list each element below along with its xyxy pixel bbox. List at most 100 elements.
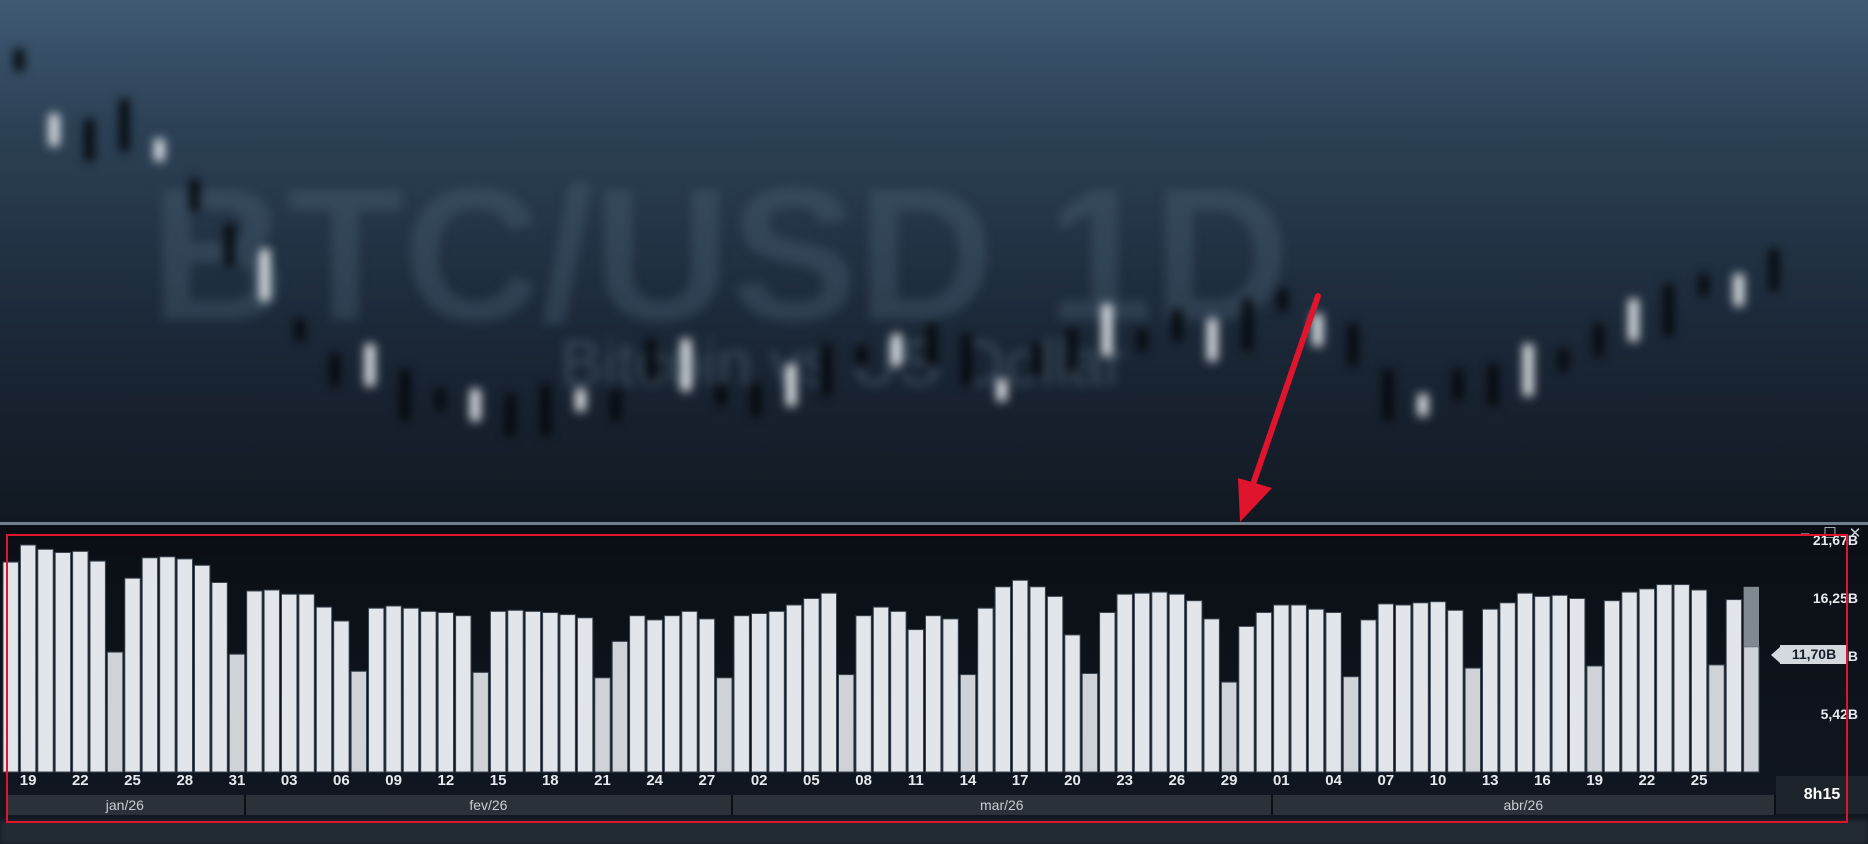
volume-bar[interactable]: [838, 674, 855, 773]
volume-bar[interactable]: [803, 598, 820, 773]
volume-bar[interactable]: [1342, 676, 1360, 773]
volume-bar[interactable]: [1656, 584, 1673, 773]
volume-bar[interactable]: [420, 610, 437, 773]
volume-bar[interactable]: [489, 610, 507, 773]
volume-bar[interactable]: [1064, 634, 1081, 773]
volume-bar[interactable]: [246, 590, 263, 773]
volume-bar[interactable]: [1307, 608, 1325, 773]
volume-bar[interactable]: [2, 561, 19, 773]
volume-bar[interactable]: [890, 610, 907, 773]
volume-bar[interactable]: [1690, 589, 1708, 773]
volume-bar[interactable]: [106, 651, 124, 773]
volume-bar[interactable]: [1429, 601, 1447, 773]
volume-bar[interactable]: [1273, 604, 1290, 773]
volume-bar[interactable]: [820, 592, 837, 773]
volume-bar[interactable]: [1203, 618, 1220, 773]
volume-bar[interactable]: [72, 550, 89, 773]
volume-bar[interactable]: [437, 612, 455, 773]
volume-bar[interactable]: [1708, 664, 1725, 773]
volume-bar[interactable]: [1099, 612, 1116, 773]
volume-bar[interactable]: [785, 604, 803, 773]
volume-bar[interactable]: [542, 612, 559, 773]
volume-bar[interactable]: [1621, 591, 1638, 773]
volume-bar[interactable]: [455, 615, 472, 773]
volume-bar[interactable]: [977, 607, 994, 773]
volume-bar[interactable]: [1360, 619, 1377, 773]
volume-bar[interactable]: [385, 605, 402, 773]
volume-bar[interactable]: [333, 620, 350, 773]
volume-bar[interactable]: [1464, 667, 1481, 773]
volume-bar[interactable]: [646, 619, 663, 773]
volume-bar[interactable]: [611, 640, 629, 773]
volume-bar[interactable]: [1377, 603, 1394, 773]
volume-bar[interactable]: [54, 552, 72, 773]
volume-bar[interactable]: [368, 607, 385, 773]
volume-bar[interactable]: [1290, 604, 1307, 773]
volume-bar[interactable]: [402, 607, 420, 773]
volume-bar[interactable]: [1012, 579, 1029, 773]
volume-bar[interactable]: [1673, 584, 1690, 773]
volume-bar[interactable]: [959, 674, 977, 773]
volume-bar[interactable]: [19, 544, 37, 773]
volume-bar[interactable]: [472, 671, 489, 773]
volume-bar[interactable]: [1238, 625, 1255, 773]
volume-bar[interactable]: [576, 617, 594, 773]
volume-bar[interactable]: [524, 610, 542, 773]
volume-bar[interactable]: [1725, 599, 1743, 773]
volume-bar[interactable]: [733, 615, 750, 773]
volume-bar[interactable]: [1220, 681, 1238, 773]
volume-bar[interactable]: [1133, 592, 1151, 773]
volume-bar[interactable]: [194, 564, 211, 773]
volume-bar[interactable]: [1534, 595, 1551, 773]
volume-bar[interactable]: [942, 618, 959, 773]
volume-bar[interactable]: [1516, 592, 1534, 773]
volume-bar[interactable]: [141, 557, 159, 773]
volume-bar[interactable]: [1499, 602, 1516, 773]
volume-bar[interactable]: [1551, 594, 1568, 773]
volume-bar[interactable]: [594, 677, 611, 773]
volume-bar[interactable]: [1116, 593, 1133, 773]
volume-bar[interactable]: [1029, 586, 1046, 773]
volume-bar[interactable]: [1168, 593, 1186, 773]
volume-bar[interactable]: [768, 610, 785, 773]
volume-bar[interactable]: [681, 610, 698, 773]
volume-bar[interactable]: [1603, 600, 1621, 773]
volume-bar[interactable]: [507, 609, 524, 773]
volume-bar[interactable]: [315, 606, 333, 773]
volume-bar[interactable]: [298, 593, 315, 773]
price-chart-panel[interactable]: BTC/USD 1D Bitcoin vs US Dollar: [0, 0, 1868, 523]
volume-bar[interactable]: [872, 606, 890, 773]
volume-bar[interactable]: [350, 670, 368, 773]
volume-bar[interactable]: [629, 615, 646, 773]
volume-bar[interactable]: [281, 593, 298, 773]
volume-bar[interactable]: [1151, 591, 1168, 773]
volume-bar[interactable]: [907, 629, 924, 773]
volume-bar[interactable]: [1395, 604, 1412, 773]
volume-bar[interactable]: [1482, 608, 1499, 773]
volume-bar[interactable]: [159, 556, 176, 773]
volume-bar[interactable]: [1447, 609, 1464, 773]
volume-bar[interactable]: [1569, 598, 1586, 773]
volume-bar[interactable]: [263, 589, 281, 773]
volume-bar[interactable]: [176, 558, 194, 773]
volume-bar[interactable]: [716, 677, 733, 773]
volume-bar[interactable]: [751, 613, 768, 773]
volume-bar-current[interactable]: [1743, 646, 1760, 773]
volume-bar[interactable]: [663, 615, 681, 773]
volume-bar[interactable]: [1638, 588, 1656, 773]
volume-bar[interactable]: [1081, 673, 1099, 773]
volume-bar[interactable]: [855, 615, 872, 773]
volume-bar[interactable]: [89, 560, 106, 773]
volume-bar[interactable]: [1586, 665, 1603, 773]
volume-bar[interactable]: [698, 618, 716, 773]
volume-bar[interactable]: [559, 614, 576, 773]
volume-bar[interactable]: [1186, 600, 1203, 773]
volume-bar[interactable]: [1325, 612, 1342, 773]
volume-bar[interactable]: [37, 548, 54, 773]
volume-bar[interactable]: [1412, 602, 1429, 773]
volume-bar[interactable]: [925, 615, 942, 773]
volume-bar[interactable]: [994, 586, 1011, 773]
volume-bar[interactable]: [228, 653, 246, 773]
volume-bar[interactable]: [124, 577, 141, 773]
volume-bar[interactable]: [1046, 595, 1064, 773]
